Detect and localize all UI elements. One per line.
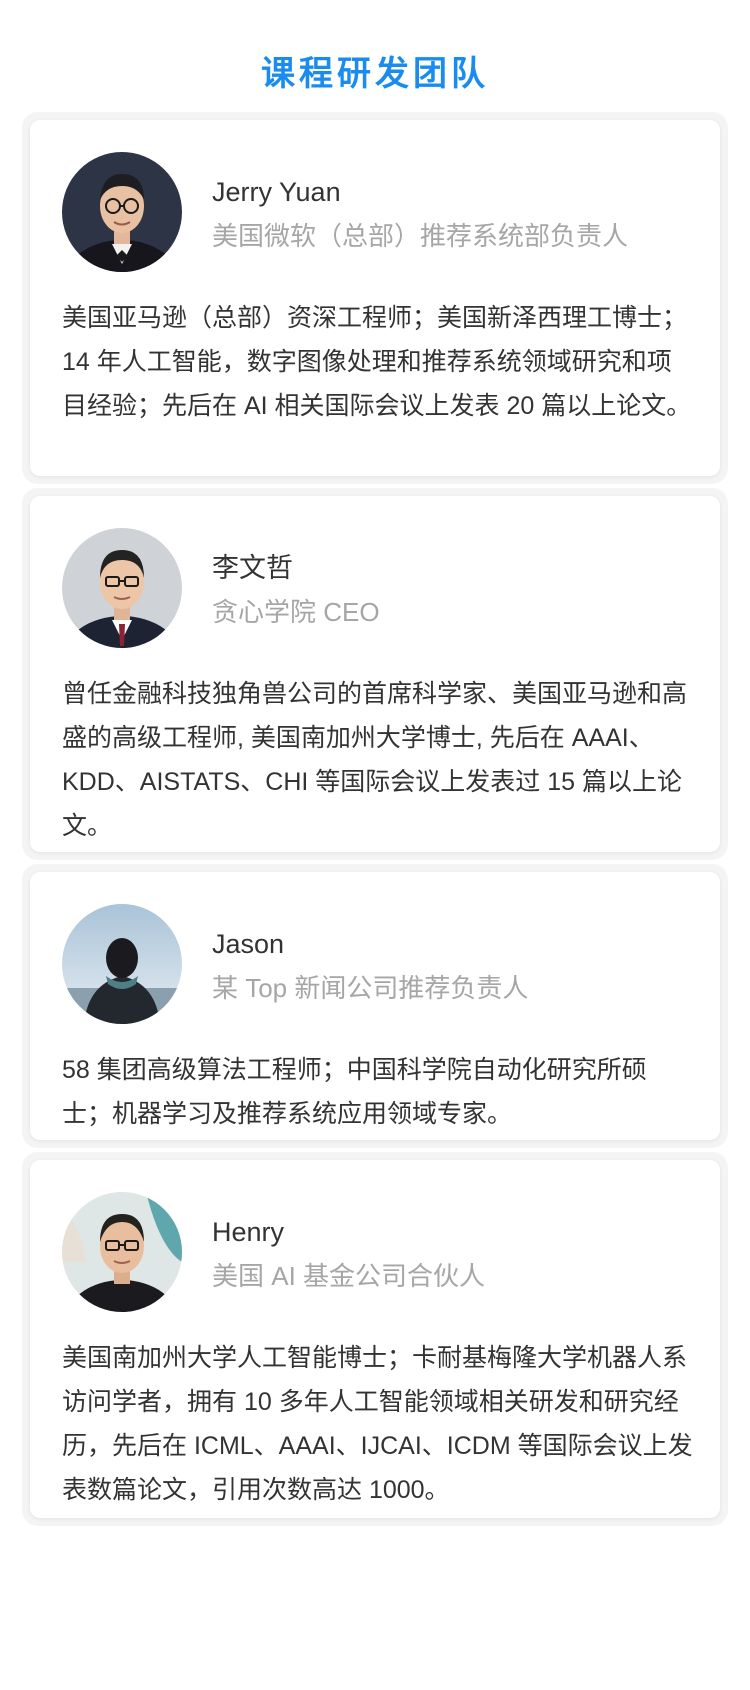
team-member-card-body: Henry 美国 AI 基金公司合伙人 美国南加州大学人工智能博士；卡耐基梅隆大… <box>30 1160 720 1518</box>
team-member-card-body: Jason 某 Top 新闻公司推荐负责人 58 集团高级算法工程师；中国科学院… <box>30 872 720 1140</box>
member-bio: 美国南加州大学人工智能博士；卡耐基梅隆大学机器人系访问学者，拥有 10 多年人工… <box>62 1344 693 1504</box>
person-avatar-icon <box>62 1192 182 1312</box>
team-member-card: Henry 美国 AI 基金公司合伙人 美国南加州大学人工智能博士；卡耐基梅隆大… <box>22 1152 728 1526</box>
team-member-card: Jerry Yuan 美国微软（总部）推荐系统部负责人 美国亚马逊（总部）资深工… <box>22 112 728 484</box>
team-member-card: 李文哲 贪心学院 CEO 曾任金融科技独角兽公司的首席科学家、美国亚马逊和高盛的… <box>22 488 728 860</box>
member-name: Jason <box>212 929 285 959</box>
person-back-view-avatar-icon <box>62 904 182 1024</box>
member-role: 美国微软（总部）推荐系统部负责人 <box>212 221 629 251</box>
member-bio: 曾任金融科技独角兽公司的首席科学家、美国亚马逊和高盛的高级工程师, 美国南加州大… <box>62 680 688 840</box>
member-name: 李文哲 <box>212 553 293 583</box>
team-member-card-body: Jerry Yuan 美国微软（总部）推荐系统部负责人 美国亚马逊（总部）资深工… <box>30 120 720 476</box>
member-bio: 58 集团高级算法工程师；中国科学院自动化研究所硕士；机器学习及推荐系统应用领域… <box>62 1056 647 1128</box>
member-bio: 美国亚马逊（总部）资深工程师；美国新泽西理工博士；14 年人工智能，数字图像处理… <box>62 304 692 420</box>
member-role: 贪心学院 CEO <box>212 597 380 627</box>
member-role: 美国 AI 基金公司合伙人 <box>212 1261 486 1291</box>
team-member-card-body: 李文哲 贪心学院 CEO 曾任金融科技独角兽公司的首席科学家、美国亚马逊和高盛的… <box>30 496 720 852</box>
person-avatar-icon <box>62 528 182 648</box>
member-name: Jerry Yuan <box>212 177 341 207</box>
team-member-card: Jason 某 Top 新闻公司推荐负责人 58 集团高级算法工程师；中国科学院… <box>22 864 728 1148</box>
member-name: Henry <box>212 1217 285 1247</box>
person-avatar-icon <box>62 152 182 272</box>
page-title: 课程研发团队 <box>261 55 489 93</box>
member-role: 某 Top 新闻公司推荐负责人 <box>212 973 529 1003</box>
